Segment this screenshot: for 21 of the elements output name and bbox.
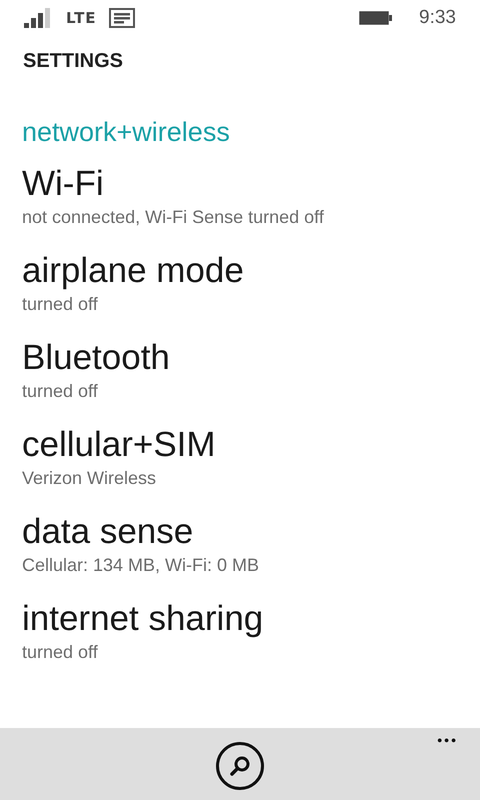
search-button[interactable]	[216, 742, 264, 790]
setting-status: Cellular: 134 MB, Wi-Fi: 0 MB	[22, 554, 260, 576]
section-title: network+wireless	[21, 116, 231, 149]
page-title: SETTINGS	[22, 49, 124, 73]
setting-status: turned off	[22, 293, 98, 315]
setting-status: Verizon Wireless	[22, 467, 156, 489]
more-button[interactable]: •••	[437, 732, 458, 748]
search-icon	[228, 754, 252, 778]
message-icon	[108, 8, 135, 28]
setting-title[interactable]: cellular+SIM	[22, 423, 216, 467]
setting-title[interactable]: Bluetooth	[22, 336, 170, 380]
network-type: LTE	[66, 9, 97, 27]
setting-status: turned off	[22, 380, 98, 402]
setting-title[interactable]: internet sharing	[22, 597, 264, 641]
setting-title[interactable]: airplane mode	[22, 249, 244, 293]
setting-title[interactable]: Wi-Fi	[22, 162, 104, 206]
setting-status: not connected, Wi-Fi Sense turned off	[22, 206, 324, 228]
setting-title[interactable]: data sense	[22, 510, 194, 554]
clock-time: 9:33	[419, 7, 456, 29]
battery-icon	[359, 11, 394, 25]
setting-status: turned off	[22, 641, 98, 663]
